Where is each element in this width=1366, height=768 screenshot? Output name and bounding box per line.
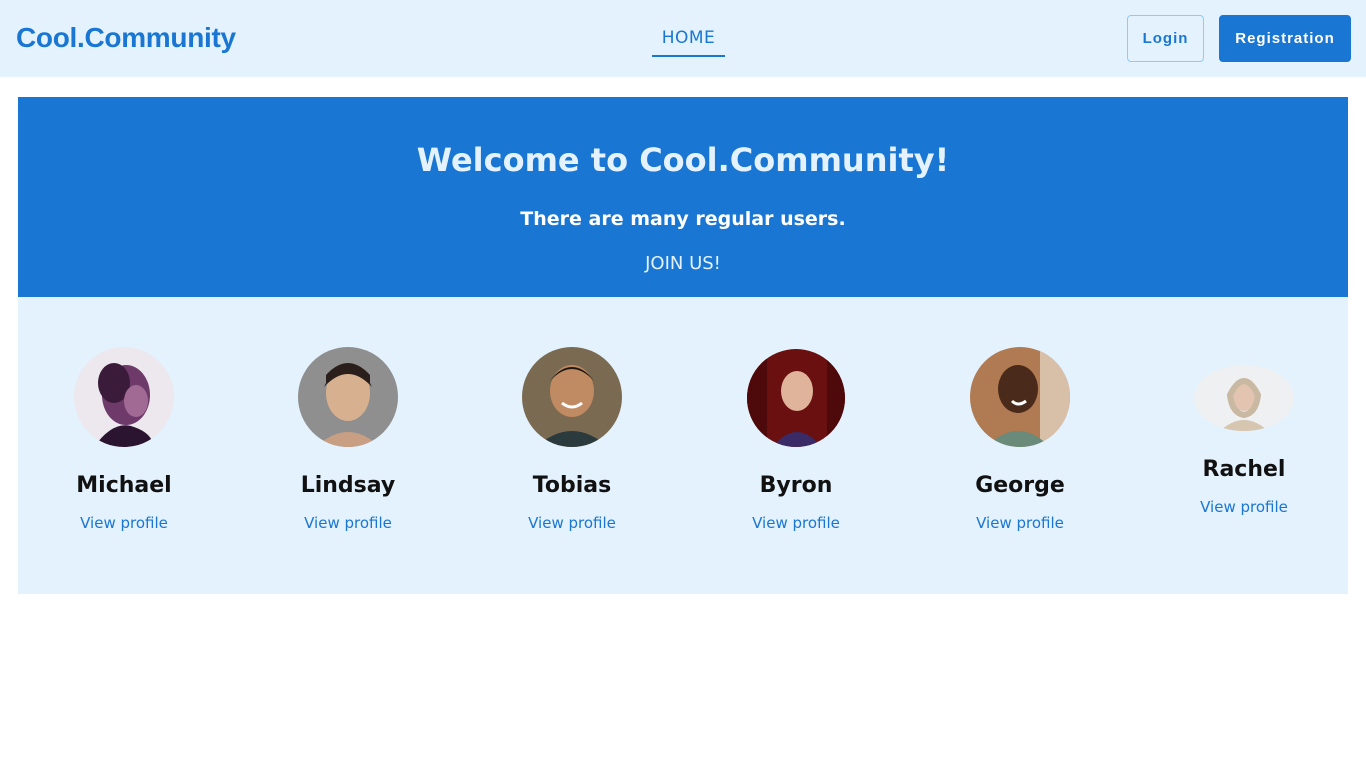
view-profile-link[interactable]: View profile [940, 514, 1100, 532]
avatar-photo-warm-icon [522, 347, 622, 447]
user-name: George [975, 473, 1065, 498]
view-profile-link[interactable]: View profile [268, 514, 428, 532]
nav-home-link[interactable]: HOME [652, 24, 725, 57]
user-name: Byron [759, 473, 833, 498]
avatar[interactable] [970, 347, 1070, 447]
avatar-photo-red-icon [747, 349, 845, 447]
brand-logo[interactable]: Cool.Community [16, 22, 236, 54]
user-card-byron: Byron View profile [716, 349, 876, 532]
view-profile-link[interactable]: View profile [492, 514, 652, 532]
welcome-title: Welcome to Cool.Community! [416, 141, 950, 179]
avatar[interactable] [747, 349, 845, 447]
view-profile-link[interactable]: View profile [1164, 498, 1324, 516]
registration-button[interactable]: Registration [1219, 15, 1351, 62]
avatar-photo-purple-icon [74, 347, 174, 447]
avatar[interactable] [74, 347, 174, 447]
avatar[interactable] [1194, 365, 1294, 431]
join-us-text: JOIN US! [645, 253, 721, 274]
view-profile-link[interactable]: View profile [716, 514, 876, 532]
user-name: Lindsay [300, 473, 396, 498]
view-profile-link[interactable]: View profile [44, 514, 204, 532]
avatar-photo-snow-icon [1194, 365, 1294, 431]
avatar-photo-grey-icon [298, 347, 398, 447]
users-grid: Michael View profile Lindsay View profil… [18, 297, 1348, 594]
user-card-tobias: Tobias View profile [492, 347, 652, 532]
welcome-subtitle: There are many regular users. [520, 208, 846, 230]
user-name: Rachel [1202, 457, 1286, 482]
user-card-rachel: Rachel View profile [1164, 365, 1324, 516]
user-name: Michael [76, 473, 172, 498]
avatar[interactable] [298, 347, 398, 447]
top-navbar: Cool.Community HOME Login Registration [0, 0, 1366, 77]
user-card-lindsay: Lindsay View profile [268, 347, 428, 532]
user-name: Tobias [532, 473, 612, 498]
user-card-george: George View profile [940, 347, 1100, 532]
avatar-photo-brown-icon [970, 347, 1070, 447]
login-button[interactable]: Login [1127, 15, 1204, 62]
avatar[interactable] [522, 347, 622, 447]
welcome-banner: Welcome to Cool.Community! There are man… [18, 97, 1348, 297]
user-card-michael: Michael View profile [44, 347, 204, 532]
